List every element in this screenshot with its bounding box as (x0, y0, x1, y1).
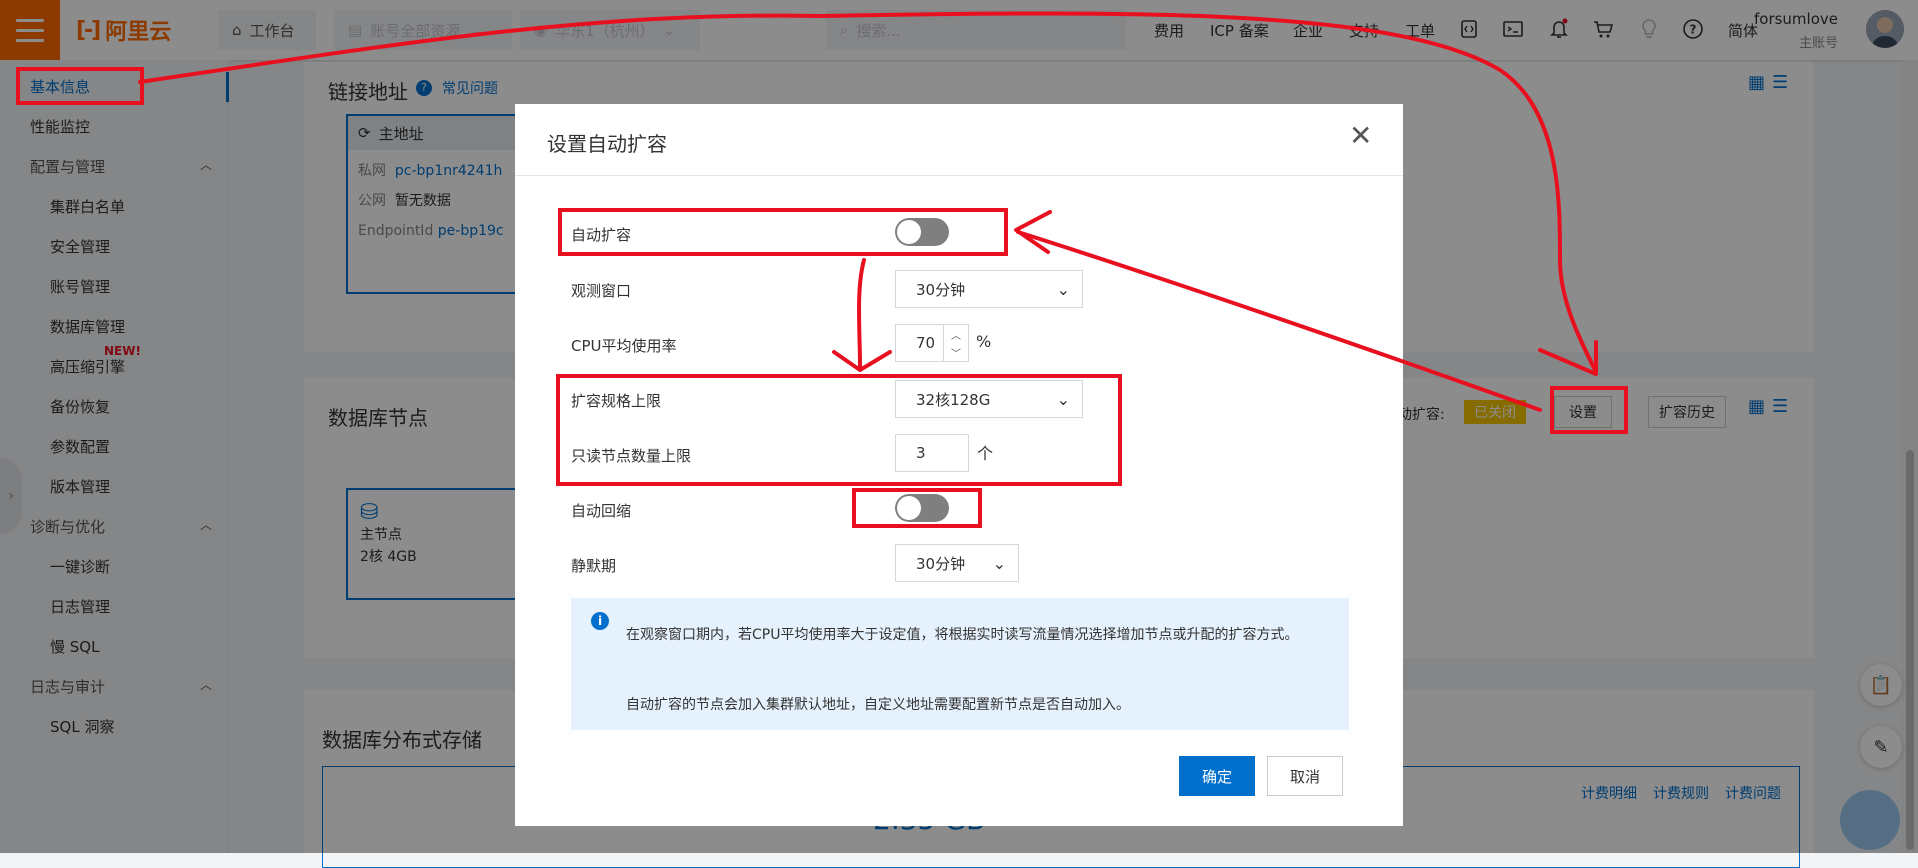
arrow-down (857, 258, 866, 368)
arrow-down-head (832, 350, 892, 372)
arrow-top (138, 11, 1597, 372)
arrow-settings-to-toggle (1016, 230, 1542, 412)
annotation-arrows (138, 11, 1598, 412)
arrow-toggle-head (1014, 210, 1052, 254)
